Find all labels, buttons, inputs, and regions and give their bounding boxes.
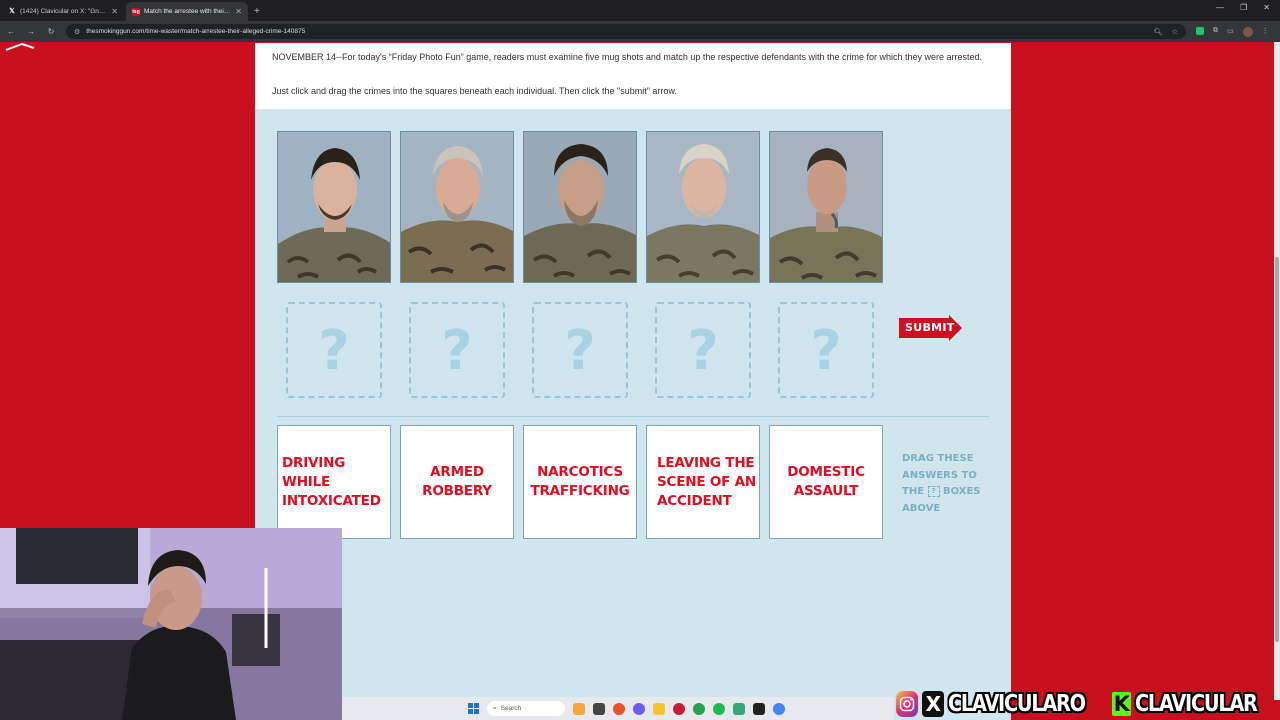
drop-slot-2[interactable]: ? (409, 302, 505, 398)
app-icon[interactable] (673, 702, 685, 715)
os-taskbar: ⌕ Search (342, 697, 894, 720)
bookmark-star-icon[interactable]: ☆ (1172, 28, 1178, 36)
article-instructions: Just click and drag the crimes into the … (272, 86, 677, 96)
page-scrollbar[interactable] (1274, 42, 1280, 700)
chrome-icon[interactable] (613, 702, 625, 715)
answer-card-1[interactable]: DRIVING WHILE INTOXICATED (277, 425, 391, 539)
instagram-icon (896, 691, 919, 717)
chrome-icon[interactable] (773, 702, 785, 715)
reload-icon[interactable]: ↻ (46, 27, 56, 36)
tab-smoking-gun[interactable]: tsg Match the arrestee with their allege… (126, 2, 248, 21)
answer-card-5[interactable]: DOMESTIC ASSAULT (769, 425, 883, 539)
mugshot-5 (769, 131, 883, 283)
answer-card-3[interactable]: NARCOTICS TRAFFICKING (523, 425, 637, 539)
close-window-icon[interactable]: ✕ (1263, 3, 1270, 12)
search-icon: ⌕ (493, 704, 497, 712)
window-controls: — ❐ ✕ (1216, 3, 1270, 12)
tsg-icon: tsg (132, 7, 140, 16)
article-intro-panel: NOVEMBER 14--For today's “Friday Photo F… (255, 43, 1011, 109)
submit-label: SUBMIT (905, 321, 955, 334)
instagram-x-handle: CLAVICULARO (948, 691, 1086, 717)
kick-icon: K (1112, 692, 1132, 716)
x-icon: X (922, 691, 945, 717)
answer-card-4[interactable]: LEAVING THE SCENE OF AN ACCIDENT (646, 425, 760, 539)
spotify-icon[interactable] (713, 702, 725, 715)
submit-button[interactable]: SUBMIT (899, 315, 963, 341)
widgets-icon[interactable] (573, 702, 585, 715)
drop-slot-4[interactable]: ? (655, 302, 751, 398)
url-text: thesmokinggun.com/time-waster/match-arre… (86, 28, 306, 35)
close-tab-icon[interactable]: ✕ (235, 7, 242, 16)
x-icon: 𝕏 (9, 7, 15, 15)
drop-slot-1[interactable]: ? (286, 302, 382, 398)
kick-handle: CLAVICULAR (1135, 691, 1258, 717)
site-logo-fragment (5, 42, 35, 51)
extension-icon[interactable] (1196, 26, 1204, 35)
chrome-icon[interactable] (693, 702, 705, 715)
answer-card-2[interactable]: ARMED ROBBERY (400, 425, 514, 539)
webcam-overlay (0, 528, 342, 720)
site-info-icon[interactable]: ⚙ (74, 28, 80, 36)
browser-toolbar: ← → ↻ ⚙ thesmokinggun.com/time-waster/ma… (0, 21, 1280, 42)
side-panel-icon[interactable]: ▭ (1227, 27, 1234, 37)
webcam-image (0, 528, 342, 720)
tab-twitter[interactable]: 𝕏 (1424) Clavicular on X: "Gna liv ✕ (2, 2, 124, 21)
task-view-icon[interactable] (593, 702, 605, 715)
tab-title: Match the arrestee with their alleged cr… (144, 8, 232, 15)
mugshot-4 (646, 131, 760, 283)
menu-kebab-icon[interactable]: ⋮ (1262, 27, 1269, 37)
file-explorer-icon[interactable] (653, 702, 665, 715)
scrollbar-thumb[interactable] (1275, 257, 1279, 642)
hint-box-icon: ? (927, 485, 940, 497)
divider (277, 416, 989, 417)
address-bar[interactable]: ⚙ thesmokinggun.com/time-waster/match-ar… (66, 24, 1186, 39)
mugshot-image (647, 132, 759, 282)
back-icon[interactable]: ← (6, 27, 16, 36)
article-intro: NOVEMBER 14--For today's “Friday Photo F… (272, 52, 983, 62)
mugshot-image (770, 132, 882, 282)
tab-title: (1424) Clavicular on X: "Gna liv (20, 8, 108, 15)
drop-slot-3[interactable]: ? (532, 302, 628, 398)
mugshot-2 (400, 131, 514, 283)
drop-slot-5[interactable]: ? (778, 302, 874, 398)
taskbar-search[interactable]: ⌕ Search (487, 701, 565, 716)
mugshot-1 (277, 131, 391, 283)
mugshot-3 (523, 131, 637, 283)
taskbar-search-label: Search (500, 705, 522, 712)
zoom-icon[interactable]: 🔍︎ (1154, 28, 1163, 36)
instagram-glyph (899, 696, 915, 712)
game-panel: ? ? ? ? ? SUBMIT DRIVING WHILE INTOXICAT… (255, 109, 1011, 720)
social-overlay: X CLAVICULARO K CLAVICULAR (894, 688, 1280, 720)
app-icon[interactable] (753, 702, 765, 715)
extensions-puzzle-icon[interactable]: ⧉ (1213, 27, 1218, 37)
app-icon[interactable] (733, 702, 745, 715)
mugshot-image (401, 132, 513, 282)
close-tab-icon[interactable]: ✕ (111, 7, 118, 16)
profile-avatar[interactable] (1242, 26, 1253, 37)
new-tab-button[interactable]: + (254, 2, 260, 21)
forward-icon[interactable]: → (26, 27, 36, 36)
minimize-icon[interactable]: — (1216, 3, 1224, 12)
mugshot-image (278, 132, 390, 282)
drag-hint: DRAG THESE ANSWERS TO THE ? BOXES ABOVE (902, 451, 992, 517)
browser-tab-strip: 𝕏 (1424) Clavicular on X: "Gna liv ✕ tsg… (0, 0, 1280, 21)
mugshot-image (524, 132, 636, 282)
restore-icon[interactable]: ❐ (1240, 3, 1247, 12)
app-icon[interactable] (633, 702, 645, 715)
windows-start-icon[interactable] (468, 703, 479, 714)
